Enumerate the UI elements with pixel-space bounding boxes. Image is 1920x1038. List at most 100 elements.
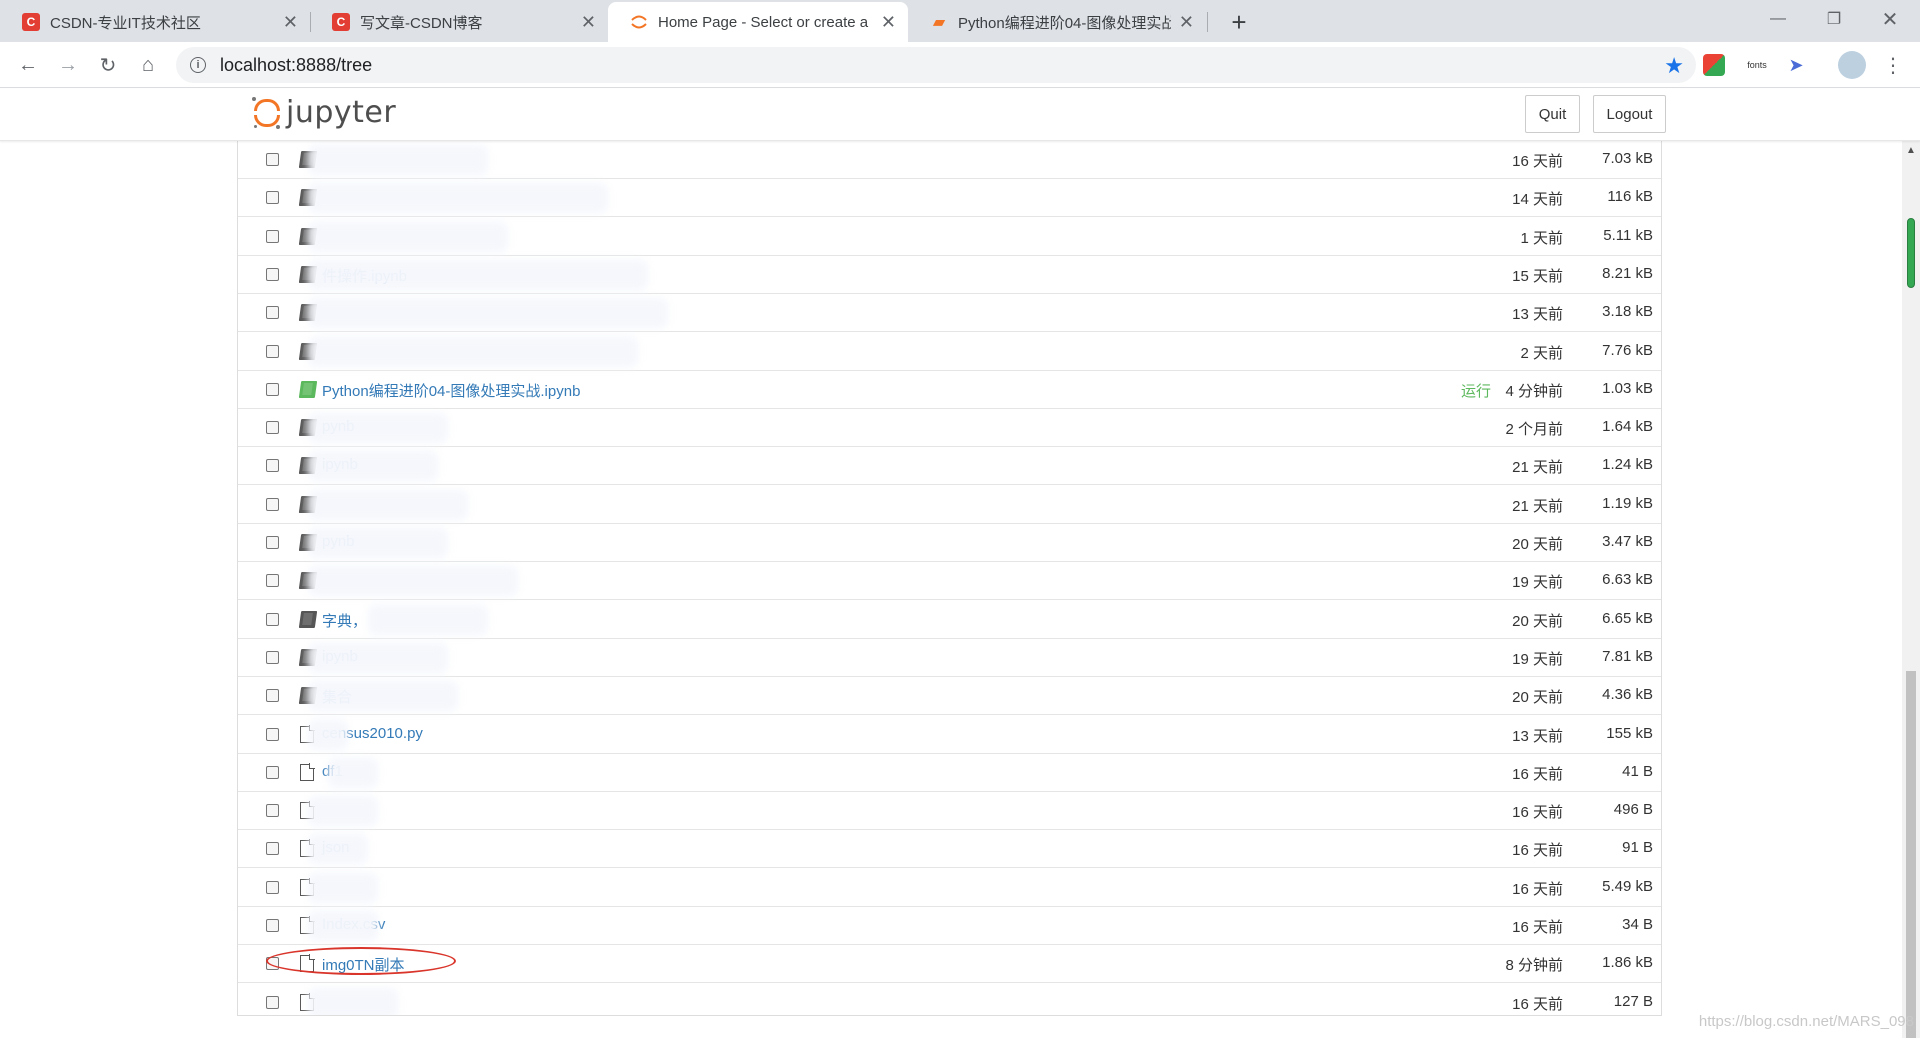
close-tab-icon[interactable]: ✕ <box>881 12 896 33</box>
file-row[interactable]: 21 天前 1.19 kB <box>238 486 1661 524</box>
file-name-link[interactable]: Python编程进阶04-图像处理实战.ipynb <box>322 380 580 401</box>
modified-time: 8 分钟前 <box>1505 957 1563 975</box>
site-info-icon[interactable]: i <box>190 57 206 73</box>
jupyter-logo[interactable]: jupyter <box>252 95 396 130</box>
file-name-link[interactable]: 字典， <box>322 610 367 631</box>
file-row[interactable]: 集合20 天前4.36 kB <box>238 677 1661 716</box>
extension-fonts-icon[interactable]: fonts <box>1742 52 1772 78</box>
row-checkbox[interactable] <box>266 842 279 856</box>
file-row[interactable]: 16 天前 127 B <box>238 984 1661 1015</box>
modified-time: 16 天前 <box>1512 919 1563 936</box>
row-checkbox[interactable] <box>266 267 279 281</box>
row-checkbox[interactable] <box>266 153 279 166</box>
row-checkbox[interactable] <box>266 344 279 358</box>
file-row[interactable]: 件操作.ipynb15 天前8.21 kB <box>238 256 1661 294</box>
row-checkbox[interactable] <box>266 689 279 703</box>
tab-jupyter-home[interactable]: Home Page - Select or create a ✕ <box>608 2 908 42</box>
forward-arrow-icon[interactable]: → <box>50 47 86 83</box>
modified-time: 19 天前 <box>1512 650 1563 668</box>
minimize-icon[interactable]: — <box>1750 0 1806 38</box>
row-checkbox[interactable] <box>266 459 279 473</box>
file-row[interactable]: ipynb19 天前7.81 kB <box>238 639 1661 677</box>
file-row[interactable]: pynb2 个月前1.64 kB <box>238 409 1661 448</box>
tab-title: CSDN-专业IT技术社区 <box>50 14 201 32</box>
file-row[interactable]: census2010.py 13 天前 155 kB <box>238 716 1661 754</box>
modified-time: 1 天前 <box>1520 229 1563 247</box>
close-tab-icon[interactable]: ✕ <box>1179 12 1194 33</box>
file-row[interactable]: 2 天前 7.76 kB <box>238 333 1661 371</box>
redaction-blur <box>308 145 488 175</box>
redaction-blur <box>308 987 398 1015</box>
file-row[interactable]: 16 天前 7.03 kB <box>238 141 1661 179</box>
row-checkbox[interactable] <box>266 421 279 435</box>
browser-tab-strip: C CSDN-专业IT技术社区 ✕ C 写文章-CSDN博客 ✕ Home Pa… <box>0 0 1920 42</box>
scroll-up-arrow-icon[interactable]: ▲ <box>1906 145 1916 156</box>
row-checkbox[interactable] <box>266 229 279 243</box>
file-row[interactable]: img0TN副本 8 分钟前 1.86 kB <box>238 945 1661 984</box>
file-size: 91 B <box>1622 839 1653 857</box>
file-row[interactable]: Python编程进阶04-图像处理实战.ipynb 运行 4 分钟前 1.03 kB <box>238 371 1661 409</box>
redaction-blur <box>308 872 378 903</box>
row-checkbox[interactable] <box>266 306 279 320</box>
redaction-blur <box>308 259 648 290</box>
reload-icon[interactable]: ↻ <box>90 47 126 83</box>
file-row[interactable]: 16 天前 5.49 kB <box>238 869 1661 907</box>
row-checkbox[interactable] <box>266 995 279 1009</box>
row-checkbox[interactable] <box>266 957 279 971</box>
new-tab-button[interactable]: + <box>1221 4 1257 40</box>
quit-button[interactable]: Quit <box>1525 95 1580 133</box>
file-row[interactable]: df116 天前41 B <box>238 754 1661 792</box>
file-size: 4.36 kB <box>1602 686 1653 704</box>
profile-avatar-icon[interactable] <box>1838 51 1866 79</box>
redaction-blur <box>308 528 448 558</box>
address-bar[interactable]: i localhost:8888/tree ★ <box>176 47 1696 83</box>
file-size: 8.21 kB <box>1602 264 1653 282</box>
logout-button[interactable]: Logout <box>1593 95 1666 133</box>
restore-icon[interactable]: ❐ <box>1806 0 1862 38</box>
row-checkbox[interactable] <box>266 382 279 396</box>
back-arrow-icon[interactable]: ← <box>10 47 46 83</box>
row-checkbox[interactable] <box>266 727 279 741</box>
browser-menu-icon[interactable]: ⋮ <box>1880 52 1906 78</box>
redaction-blur <box>368 604 488 635</box>
row-checkbox[interactable] <box>266 536 279 549</box>
modified-time: 2 天前 <box>1520 344 1563 362</box>
modified-time: 16 天前 <box>1512 842 1563 860</box>
modified-time: 13 天前 <box>1512 306 1563 324</box>
scrollbar-thumb[interactable] <box>1906 671 1916 1038</box>
notebook-icon <box>298 610 318 628</box>
row-checkbox[interactable] <box>266 574 279 588</box>
modified-time: 4 分钟前 <box>1505 382 1563 400</box>
bookmark-star-icon[interactable]: ★ <box>1664 53 1684 79</box>
file-row[interactable]: 16 天前 496 B <box>238 792 1661 831</box>
close-tab-icon[interactable]: ✕ <box>581 12 596 33</box>
row-checkbox[interactable] <box>266 612 279 626</box>
jupyter-wordmark: jupyter <box>286 95 397 130</box>
file-row[interactable]: 字典， 20 天前 6.65 kB <box>238 601 1661 639</box>
file-row[interactable]: 13 天前 3.18 kB <box>238 294 1661 333</box>
row-checkbox[interactable] <box>266 804 279 818</box>
row-checkbox[interactable] <box>266 497 279 511</box>
row-checkbox[interactable] <box>266 191 279 205</box>
home-icon[interactable]: ⌂ <box>130 47 166 83</box>
row-checkbox[interactable] <box>266 880 279 894</box>
tab-csdn-write[interactable]: C 写文章-CSDN博客 ✕ <box>310 2 608 42</box>
window-close-icon[interactable]: ✕ <box>1862 0 1918 38</box>
file-row[interactable]: pynb20 天前3.47 kB <box>238 524 1661 562</box>
extension-bird-icon[interactable]: ➤ <box>1783 52 1809 78</box>
file-row[interactable]: json16 天前91 B <box>238 830 1661 869</box>
file-row[interactable]: Index.csv16 天前34 B <box>238 907 1661 945</box>
tab-python-notebook[interactable]: ▰ Python编程进阶04-图像处理实战 ✕ <box>908 2 1206 42</box>
row-checkbox[interactable] <box>266 650 279 664</box>
file-row[interactable]: 1 天前 5.11 kB <box>238 218 1661 256</box>
file-row[interactable]: ipynb21 天前1.24 kB <box>238 447 1661 486</box>
row-checkbox[interactable] <box>266 919 279 932</box>
tab-csdn[interactable]: C CSDN-专业IT技术社区 ✕ <box>0 2 310 42</box>
close-tab-icon[interactable]: ✕ <box>283 12 298 33</box>
file-row[interactable]: 19 天前 6.63 kB <box>238 562 1661 601</box>
extension-color-icon[interactable] <box>1703 54 1725 76</box>
file-name-link[interactable]: img0TN副本 <box>322 954 405 975</box>
row-checkbox[interactable] <box>266 765 279 779</box>
file-row[interactable]: 14 天前 116 kB <box>238 179 1661 218</box>
modified-time: 20 天前 <box>1512 612 1563 630</box>
